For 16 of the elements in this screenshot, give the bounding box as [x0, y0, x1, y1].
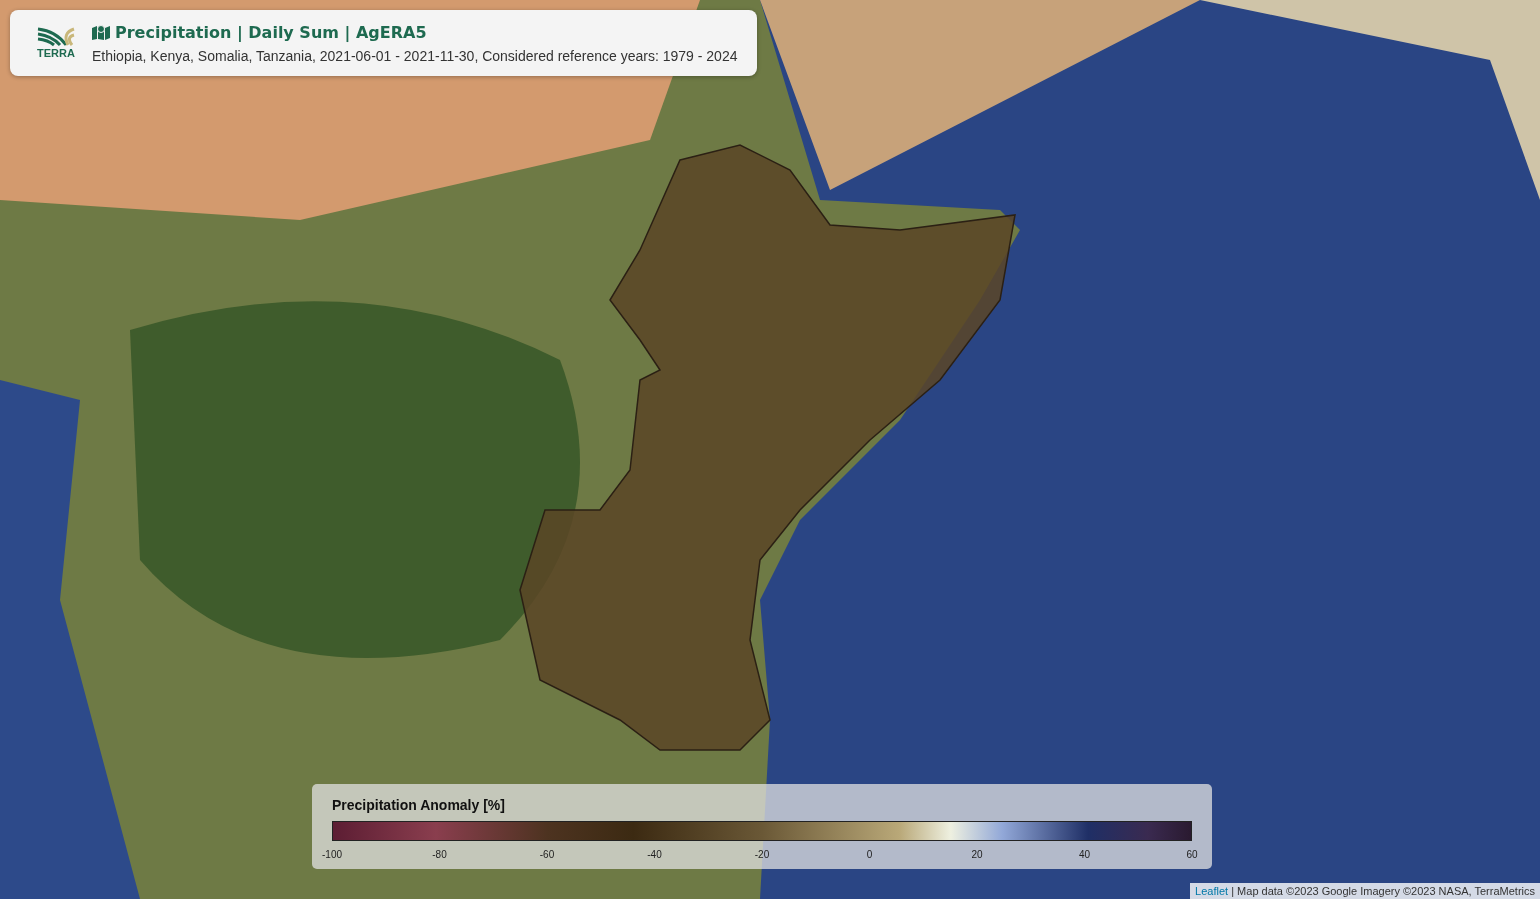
map-subtitle: Ethiopia, Kenya, Somalia, Tanzania, 2021-06-01 - 2021-11-30, Considered reference years: 1979 - 2024 — [92, 47, 738, 64]
map-title: Precipitation | Daily Sum | AgERA5 — [115, 22, 427, 42]
attribution-text: | Map data ©2023 Google Imagery ©2023 NASA, TerraMetrics — [1231, 885, 1535, 897]
scale-tick-label: -60 — [539, 849, 555, 860]
legend-title: Precipitation Anomaly [%] — [332, 797, 506, 813]
scale-tick-label: -40 — [647, 849, 662, 860]
scale-tick-label: -20 — [754, 849, 770, 860]
leaflet-link[interactable]: Leaflet — [1195, 885, 1229, 897]
scale-tick-label: 40 — [1078, 849, 1091, 860]
scale-tick-label: 60 — [1186, 849, 1198, 860]
map-pin-icon — [92, 24, 110, 40]
scale-tick-label: 20 — [971, 849, 983, 860]
scale-tick-label: 0 — [866, 849, 873, 860]
terra-logo: TERRA — [36, 27, 76, 59]
scale-tick-label: -100 — [322, 849, 342, 860]
scale-tick-label: -80 — [432, 849, 447, 860]
